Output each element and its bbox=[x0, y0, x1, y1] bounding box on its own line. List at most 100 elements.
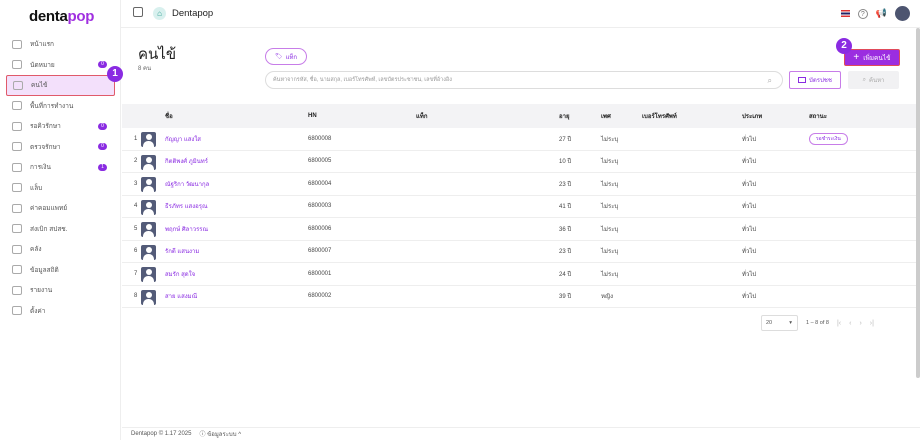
sidebar-item[interactable]: ค่าคอมแพทย์ bbox=[6, 198, 115, 219]
box-icon bbox=[12, 244, 22, 254]
tag-filter-button[interactable]: 🏷 แท็ก bbox=[265, 48, 307, 65]
pagination: 20 ▾ 1 – 8 of 8 |‹ ‹ › ›| bbox=[761, 315, 874, 331]
sidebar-nav: หน้าแรก นัดหมาย 0 คนไข้ พื้นที่การทำงาน รอคิว… bbox=[6, 34, 115, 321]
tag-icon: 🏷 bbox=[274, 54, 283, 60]
cloud-icon bbox=[12, 224, 22, 234]
table-row[interactable]: 2 กิตติพงศ์ ภูมินทร์ 6800005 10 ปี ไม่ระ… bbox=[122, 151, 917, 173]
patient-name-link[interactable]: ณัฐริกา วัฒนากุล bbox=[165, 179, 209, 189]
patient-avatar bbox=[141, 289, 156, 305]
sidebar-item[interactable]: ตรวจรักษา 0 bbox=[6, 137, 115, 158]
sidebar-item[interactable]: แล็บ bbox=[6, 178, 115, 199]
logo[interactable]: dentapop bbox=[29, 8, 94, 25]
brand: ⌂ Dentapop bbox=[153, 7, 213, 20]
search-icon: ⌕ bbox=[767, 76, 772, 85]
find-button[interactable]: ⌕ ค้นหา bbox=[848, 71, 899, 89]
patient-avatar bbox=[141, 132, 156, 147]
workspace-icon bbox=[12, 101, 22, 111]
col-name[interactable]: ชื่อ bbox=[165, 111, 173, 121]
patient-name-link[interactable]: สาย แสงมณี bbox=[165, 291, 197, 301]
queue-icon bbox=[12, 121, 22, 131]
sidebar-item[interactable]: รอคิวรักษา 0 bbox=[6, 116, 115, 137]
sidebar-item[interactable]: หน้าแรก bbox=[6, 34, 115, 55]
gear-icon bbox=[12, 306, 22, 316]
patient-avatar bbox=[141, 244, 156, 260]
sidebar-item[interactable]: คนไข้ bbox=[6, 75, 115, 96]
page-range: 1 – 8 of 8 bbox=[806, 320, 829, 326]
annotation-marker-2: 2 bbox=[836, 38, 852, 54]
system-info-link[interactable]: ⓘ ข้อมูลระบบ ^ bbox=[199, 429, 241, 439]
search-input[interactable]: ค้นหาจากรหัส, ชื่อ, นามสกุล, เบอร์โทรศัพ… bbox=[265, 71, 783, 89]
rows-per-page-select[interactable]: 20 ▾ bbox=[761, 315, 798, 331]
col-tag[interactable]: แท็ก bbox=[416, 111, 427, 121]
dropdown-icon: ▾ bbox=[789, 320, 792, 326]
percent-icon bbox=[12, 203, 22, 213]
user-avatar[interactable] bbox=[895, 6, 910, 21]
table-row[interactable]: 4 ธีรภัทร แสงอรุณ 6800003 41 ปี ไม่ระบุ … bbox=[122, 196, 917, 218]
col-age[interactable]: อายุ bbox=[559, 111, 570, 121]
table-row[interactable]: 1 กัญญา แสงใส 6800008 27 ปี ไม่ระบุ ทั่ว… bbox=[122, 128, 917, 151]
money-icon bbox=[12, 162, 22, 172]
tooth-icon bbox=[12, 183, 22, 193]
sidebar-item[interactable]: การเงิน 1 bbox=[6, 157, 115, 178]
annotation-marker-1: 1 bbox=[107, 66, 123, 82]
patient-avatar bbox=[141, 267, 156, 282]
patient-name-link[interactable]: รักดี แสนงาม bbox=[165, 246, 199, 256]
table-row[interactable]: 8 สาย แสงมณี 6800002 39 ปี หญิง ทั่วไป bbox=[122, 286, 917, 308]
sidebar-toggle-icon[interactable] bbox=[133, 7, 143, 17]
col-status[interactable]: สถานะ bbox=[809, 111, 827, 121]
add-patient-button[interactable]: + เพิ่มคนไข้ bbox=[844, 49, 900, 66]
user-icon bbox=[13, 80, 23, 90]
prev-page-icon[interactable]: ‹ bbox=[849, 320, 851, 327]
table-row[interactable]: 5 พฤกษ์ ศิลาวรรณ 6800006 36 ปี ไม่ระบุ ท… bbox=[122, 218, 917, 241]
col-phone[interactable]: เบอร์โทรศัพท์ bbox=[642, 111, 677, 121]
table-row[interactable]: 3 ณัฐริกา วัฒนากุล 6800004 23 ปี ไม่ระบุ… bbox=[122, 173, 917, 196]
status-badge: รอชำระเงิน bbox=[809, 132, 848, 145]
patient-avatar bbox=[141, 154, 156, 170]
patient-name-link[interactable]: สมรัก สุดใจ bbox=[165, 269, 195, 279]
col-type[interactable]: ประเภท bbox=[742, 111, 762, 121]
col-sex[interactable]: เพศ bbox=[601, 111, 611, 121]
plus-icon: + bbox=[853, 52, 860, 63]
announcement-icon[interactable]: 📢 bbox=[876, 8, 887, 19]
count-badge: 0 bbox=[98, 122, 107, 130]
next-page-icon[interactable]: › bbox=[859, 320, 861, 327]
table-header: ชื่อ HN แท็ก อายุ เพศ เบอร์โทรศัพท์ ประเ… bbox=[122, 104, 917, 128]
clinic-icon: ⌂ bbox=[153, 7, 166, 20]
sidebar-item[interactable]: ข้อมูลสถิติ bbox=[6, 260, 115, 281]
footer: Dentapop © 1.17 2025 ⓘ ข้อมูลระบบ ^ bbox=[122, 427, 920, 440]
stats-icon bbox=[12, 265, 22, 275]
first-page-icon[interactable]: |‹ bbox=[837, 320, 841, 327]
col-hn[interactable]: HN bbox=[308, 113, 317, 119]
patient-name-link[interactable]: กัญญา แสงใส bbox=[165, 134, 201, 144]
id-card-button[interactable]: บัตรปชช bbox=[789, 71, 841, 89]
sidebar-item[interactable]: คลัง bbox=[6, 239, 115, 260]
home-icon bbox=[12, 39, 22, 49]
topbar: ⌂ Dentapop ? 📢 bbox=[121, 0, 920, 28]
sidebar-item[interactable]: ตั้งค่า bbox=[6, 301, 115, 322]
table-row[interactable]: 6 รักดี แสนงาม 6800007 23 ปี ไม่ระบุ ทั่… bbox=[122, 241, 917, 263]
last-page-icon[interactable]: ›| bbox=[870, 320, 874, 327]
calendar-icon bbox=[12, 60, 22, 70]
sidebar-item[interactable]: รายงาน bbox=[6, 280, 115, 301]
patient-name-link[interactable]: พฤกษ์ ศิลาวรรณ bbox=[165, 224, 208, 234]
patient-name-link[interactable]: ธีรภัทร แสงอรุณ bbox=[165, 201, 208, 211]
tools-icon bbox=[12, 142, 22, 152]
report-icon bbox=[12, 285, 22, 295]
patient-avatar bbox=[141, 177, 156, 192]
thai-flag-icon[interactable] bbox=[840, 10, 850, 17]
table-row[interactable]: 7 สมรัก สุดใจ 6800001 24 ปี ไม่ระบุ ทั่ว… bbox=[122, 263, 917, 286]
sidebar: dentapop หน้าแรก นัดหมาย 0 คนไข้ พื้นที่การท… bbox=[0, 0, 121, 440]
patient-name-link[interactable]: กิตติพงศ์ ภูมินทร์ bbox=[165, 156, 208, 166]
sidebar-item[interactable]: นัดหมาย 0 bbox=[6, 55, 115, 76]
sidebar-item[interactable]: พื้นที่การทำงาน bbox=[6, 96, 115, 117]
patient-avatar bbox=[141, 199, 156, 215]
help-icon[interactable]: ? bbox=[857, 8, 868, 19]
scrollbar[interactable] bbox=[916, 28, 920, 378]
count-badge: 0 bbox=[98, 61, 107, 69]
sidebar-item[interactable]: ส่งเบิก สปสช. bbox=[6, 219, 115, 240]
search-icon: ⌕ bbox=[862, 76, 866, 83]
patients-table: ชื่อ HN แท็ก อายุ เพศ เบอร์โทรศัพท์ ประเ… bbox=[122, 104, 917, 308]
count-badge: 1 bbox=[98, 163, 107, 171]
count-badge: 0 bbox=[98, 143, 107, 151]
id-card-icon bbox=[798, 77, 807, 83]
